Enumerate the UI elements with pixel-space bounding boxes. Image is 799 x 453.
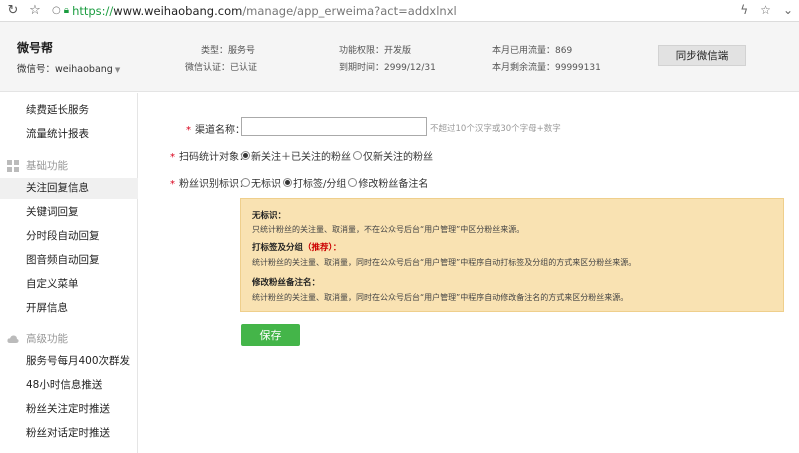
sidebar-item-48h-push[interactable]: 48小时信息推送 bbox=[0, 375, 138, 396]
channel-name-label: * 渠道名称： bbox=[186, 125, 245, 136]
save-button[interactable]: 保存 bbox=[241, 324, 300, 346]
reload-icon[interactable]: ↻ bbox=[4, 2, 22, 20]
url-path: /manage/app_erweima?act=addxlnxl bbox=[242, 3, 457, 18]
note-text-tag-group: 统计粉丝的关注量、取消量，同时在公众号后台“用户管理”中程序自动打标签及分组的方… bbox=[252, 258, 637, 267]
brand-name: 微号帮 bbox=[17, 41, 54, 55]
fan-identify-radio-group: 无标识 打标签/分组 修改粉丝备注名 bbox=[241, 175, 430, 190]
account-type: 类型：服务号 bbox=[201, 46, 256, 56]
radio-checked-icon bbox=[283, 178, 292, 187]
note-text-none: 只统计粉丝的关注量、取消量，不在公众号后台“用户管理”中区分粉丝来源。 bbox=[252, 225, 525, 234]
note-text-remark: 统计粉丝的关注量、取消量，同时在公众号后台“用户管理”中程序自动修改备注名的方式… bbox=[252, 293, 629, 302]
sidebar-item-renew[interactable]: 续费延长服务 bbox=[0, 100, 138, 121]
scan-target-label: * 扫码统计对象： bbox=[170, 152, 249, 163]
required-mark: * bbox=[170, 152, 175, 163]
sidebar-item-timed-reply[interactable]: 分时段自动回复 bbox=[0, 226, 138, 247]
scan-option-new-only[interactable]: 仅新关注的粉丝 bbox=[353, 148, 433, 163]
sidebar-item-mass-send[interactable]: 服务号每月400次群发 bbox=[0, 351, 138, 372]
radio-icon bbox=[348, 178, 358, 187]
radio-icon bbox=[353, 151, 362, 160]
identify-option-tag-group[interactable]: 打标签/分组 bbox=[283, 175, 346, 190]
lock-icon: 🔒︎ bbox=[63, 5, 70, 16]
identify-explanation-box: 无标识： 只统计粉丝的关注量、取消量，不在公众号后台“用户管理”中区分粉丝来源。… bbox=[240, 198, 784, 312]
sidebar-item-chat-timed-push[interactable]: 粉丝对话定时推送 bbox=[0, 423, 138, 444]
sidebar-item-traffic-report[interactable]: 流量统计报表 bbox=[0, 124, 138, 145]
sidebar-item-follow-reply[interactable]: 关注回复信息 bbox=[0, 178, 138, 199]
note-title-remark: 修改粉丝备注名： bbox=[252, 278, 321, 288]
permission-level: 功能权限：开发版 bbox=[339, 46, 412, 56]
required-mark: * bbox=[170, 179, 175, 190]
scan-target-radio-group: 新关注＋已关注的粉丝 仅新关注的粉丝 bbox=[241, 148, 435, 163]
scan-option-new-and-existing[interactable]: 新关注＋已关注的粉丝 bbox=[241, 148, 351, 163]
radio-checked-icon bbox=[241, 151, 250, 160]
star-icon[interactable]: ☆ bbox=[26, 2, 44, 20]
sidebar-item-keyword-reply[interactable]: 关键词回复 bbox=[0, 202, 138, 223]
fan-identify-label: * 粉丝识别标识： bbox=[170, 179, 249, 190]
cloud-icon bbox=[7, 335, 19, 343]
recommended-badge: （推荐）： bbox=[303, 243, 342, 253]
channel-name-input[interactable] bbox=[241, 117, 427, 136]
sidebar-item-custom-menu[interactable]: 自定义菜单 bbox=[0, 274, 138, 295]
sidebar-item-follow-timed-push[interactable]: 粉丝关注定时推送 bbox=[0, 399, 138, 420]
channel-name-hint: 不超过10个汉字或30个字母+数字 bbox=[430, 124, 561, 134]
star-outline-icon[interactable]: ☆ bbox=[760, 3, 771, 17]
expire-date: 到期时间：2999/12/31 bbox=[339, 63, 436, 73]
sidebar-group-label: 高级功能 bbox=[26, 333, 68, 345]
lightning-icon[interactable]: ϟ bbox=[740, 3, 748, 17]
grid-icon bbox=[7, 160, 19, 172]
account-switcher[interactable]: 微信号：weihaobang ▼ bbox=[17, 61, 120, 75]
identify-option-none[interactable]: 无标识 bbox=[241, 175, 281, 190]
note-title-none: 无标识： bbox=[252, 211, 287, 221]
shield-icon: ○ bbox=[52, 5, 61, 16]
url-host: www.weihaobang.com bbox=[113, 3, 243, 18]
account-header: 微号帮 微信号：weihaobang ▼ 类型：服务号 微信认证：已认证 功能权限… bbox=[0, 22, 799, 92]
sidebar-group-basic: 基础功能 bbox=[0, 157, 138, 175]
required-mark: * bbox=[186, 125, 191, 136]
month-left-traffic: 本月剩余流量：99999131 bbox=[492, 63, 601, 73]
sidebar: 续费延长服务 流量统计报表 基础功能 关注回复信息 关键词回复 分时段自动回复 … bbox=[0, 93, 138, 453]
browser-toolbar: ↻ ☆ ○ 🔒︎ https://www.weihaobang.com/mana… bbox=[0, 0, 799, 22]
identify-option-remark[interactable]: 修改粉丝备注名 bbox=[348, 175, 428, 190]
month-used-traffic: 本月已用流量：869 bbox=[492, 46, 573, 56]
url-protocol: https:// bbox=[72, 3, 114, 18]
radio-icon bbox=[241, 178, 250, 187]
address-bar[interactable]: ○ 🔒︎ https://www.weihaobang.com/manage/a… bbox=[52, 4, 457, 18]
chevron-down-icon: ▼ bbox=[114, 66, 121, 74]
sync-wechat-button[interactable]: 同步微信端 bbox=[658, 45, 746, 66]
account-label: 微信号：weihaobang bbox=[17, 64, 113, 75]
account-auth: 微信认证：已认证 bbox=[185, 63, 258, 73]
sidebar-group-label: 基础功能 bbox=[26, 160, 68, 172]
sidebar-item-splash-info[interactable]: 开屏信息 bbox=[0, 298, 138, 319]
chevron-down-icon[interactable]: ⌄ bbox=[783, 3, 793, 17]
sidebar-group-advanced: 高级功能 bbox=[0, 330, 138, 348]
note-title-tag-group: 打标签及分组（推荐）： bbox=[252, 243, 342, 253]
sidebar-item-media-reply[interactable]: 图音频自动回复 bbox=[0, 250, 138, 271]
